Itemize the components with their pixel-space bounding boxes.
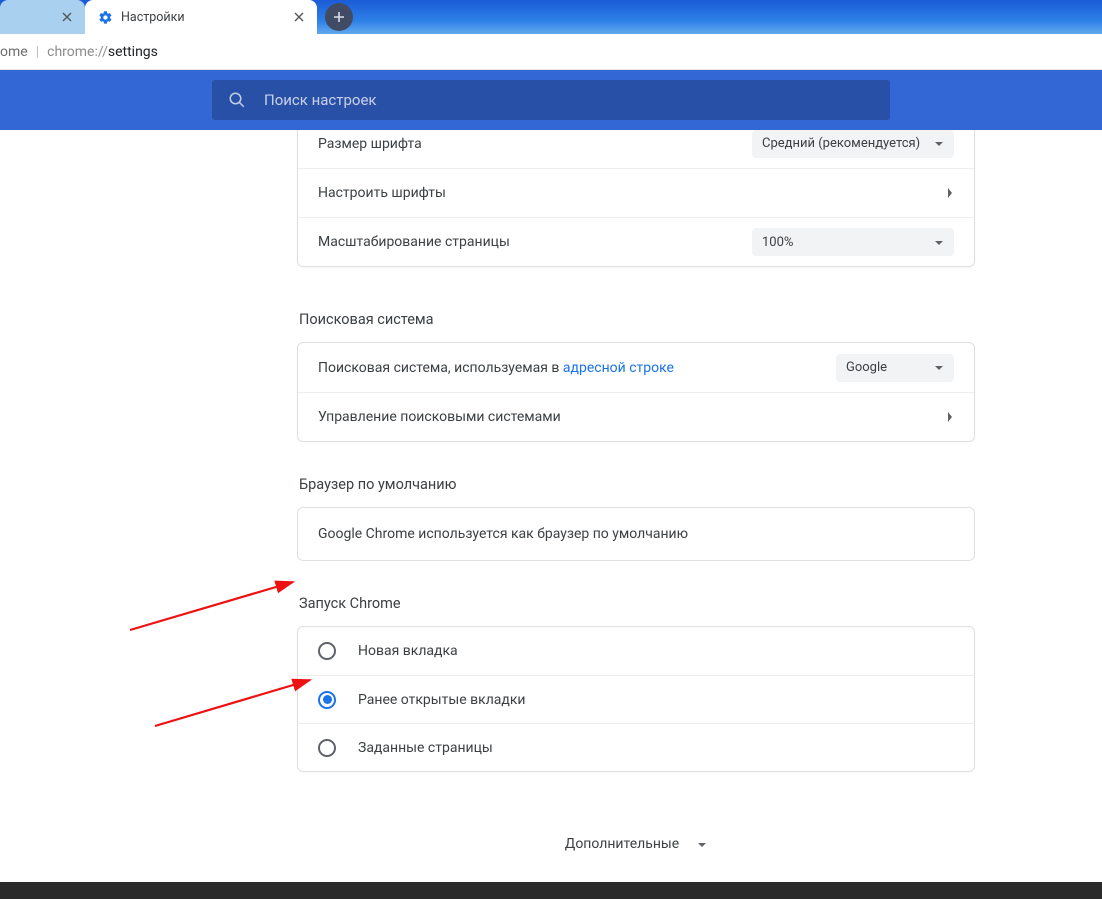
- settings-search[interactable]: [212, 80, 890, 120]
- page-zoom-label: Масштабирование страницы: [318, 234, 752, 250]
- address-bar-link[interactable]: адресной строке: [563, 360, 674, 376]
- settings-header: [0, 70, 1102, 130]
- addr-left: ome: [0, 44, 28, 60]
- startup-option-new-tab[interactable]: Новая вкладка: [298, 627, 974, 675]
- font-size-value: Средний (рекомендуется): [762, 136, 934, 151]
- startup-option-label: Новая вкладка: [358, 643, 458, 659]
- caret-down-icon: [934, 235, 944, 250]
- customize-fonts-row[interactable]: Настроить шрифты: [298, 168, 974, 217]
- radio-icon[interactable]: [318, 691, 336, 709]
- font-size-row: Размер шрифта Средний (рекомендуется): [298, 130, 974, 168]
- search-engine-used-row: Поисковая система, используемая в адресн…: [298, 343, 974, 392]
- manage-search-engines-row[interactable]: Управление поисковыми системами: [298, 392, 974, 441]
- startup-option-continue[interactable]: Ранее открытые вкладки: [298, 675, 974, 723]
- addr-separator: |: [36, 44, 39, 60]
- page-zoom-value: 100%: [762, 235, 934, 250]
- default-browser-card: Google Chrome используется как браузер п…: [297, 507, 975, 561]
- startup-card: Новая вкладка Ранее открытые вкладки Зад…: [297, 626, 975, 772]
- default-browser-text: Google Chrome используется как браузер п…: [318, 526, 688, 542]
- settings-search-input[interactable]: [264, 91, 874, 109]
- address-bar[interactable]: ome | chrome://settings: [0, 34, 1102, 70]
- search-engine-select[interactable]: Google: [836, 354, 954, 382]
- search-icon: [228, 91, 246, 109]
- appearance-card: Размер шрифта Средний (рекомендуется) На…: [297, 130, 975, 267]
- browser-tabstrip: Настройки: [0, 0, 1102, 34]
- close-icon[interactable]: [291, 9, 307, 25]
- search-engine-section-title: Поисковая система: [299, 311, 975, 328]
- font-size-label: Размер шрифта: [318, 136, 752, 152]
- startup-option-label: Заданные страницы: [358, 740, 493, 756]
- manage-search-engines-label: Управление поисковыми системами: [318, 409, 946, 425]
- customize-fonts-label: Настроить шрифты: [318, 185, 946, 201]
- font-size-select[interactable]: Средний (рекомендуется): [752, 130, 954, 158]
- addr-url-strong: settings: [108, 44, 158, 60]
- browser-tab-active[interactable]: Настройки: [85, 0, 317, 34]
- page-zoom-row: Масштабирование страницы 100%: [298, 217, 974, 266]
- search-engine-value: Google: [846, 360, 934, 375]
- advanced-toggle[interactable]: Дополнительные: [297, 836, 975, 852]
- settings-content: Размер шрифта Средний (рекомендуется) На…: [0, 130, 1102, 882]
- radio-icon[interactable]: [318, 642, 336, 660]
- page-zoom-select[interactable]: 100%: [752, 228, 954, 256]
- startup-section-title: Запуск Chrome: [299, 595, 975, 612]
- startup-option-specific-pages[interactable]: Заданные страницы: [298, 723, 974, 771]
- close-icon[interactable]: [59, 9, 75, 25]
- search-engine-used-label: Поисковая система, используемая в адресн…: [318, 360, 836, 376]
- window-footer: [0, 882, 1102, 899]
- chevron-right-icon: [946, 411, 954, 423]
- default-browser-section-title: Браузер по умолчанию: [299, 476, 975, 493]
- addr-url-dim: chrome://: [47, 44, 108, 60]
- caret-down-icon: [934, 136, 944, 151]
- startup-option-label: Ранее открытые вкладки: [358, 692, 526, 708]
- caret-down-icon: [934, 360, 944, 375]
- gear-icon: [97, 9, 113, 25]
- tab-title: Настройки: [121, 10, 283, 25]
- new-tab-button[interactable]: [325, 3, 353, 31]
- radio-icon[interactable]: [318, 739, 336, 757]
- browser-tab-inactive[interactable]: [0, 0, 85, 34]
- caret-down-icon: [697, 836, 707, 852]
- search-engine-card: Поисковая система, используемая в адресн…: [297, 342, 975, 442]
- advanced-label: Дополнительные: [565, 836, 679, 852]
- chevron-right-icon: [946, 187, 954, 199]
